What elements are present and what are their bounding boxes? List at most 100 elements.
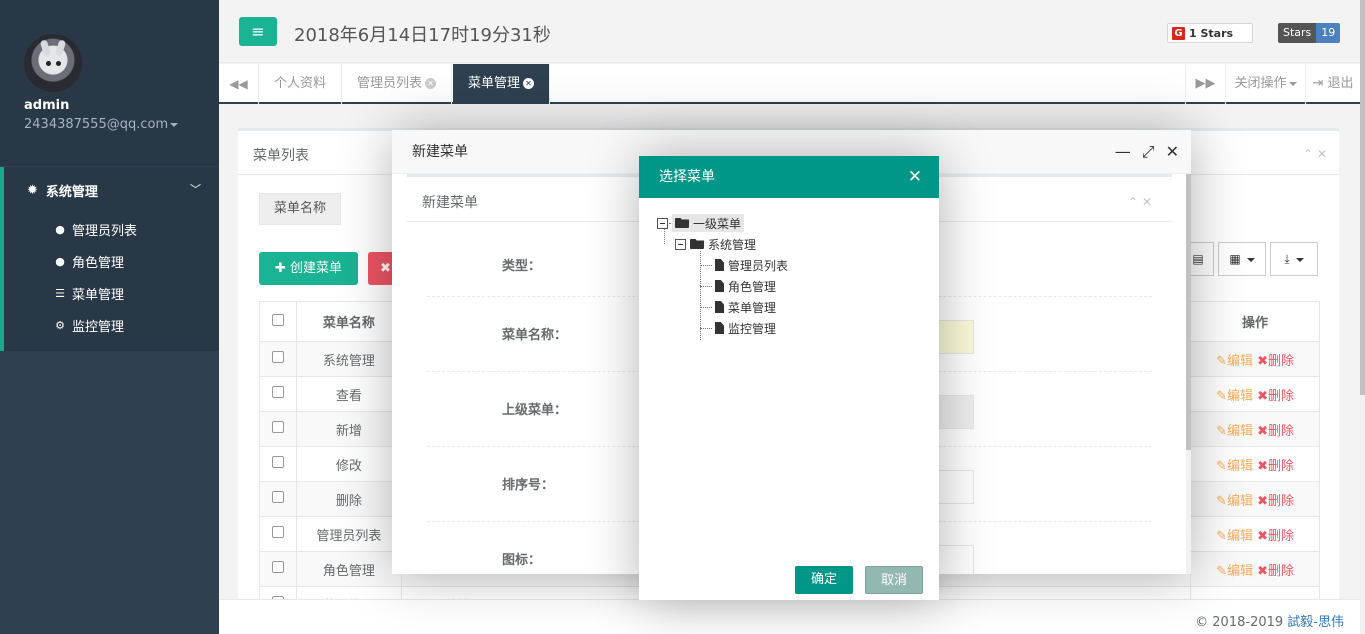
panel-tools[interactable]: ⌃ ✕ [1303,147,1327,161]
delete-link[interactable]: ✖删除 [1257,494,1294,509]
sidebar-item-role[interactable]: ● 角色管理 [54,252,124,271]
tabs-scroll-left-button[interactable]: ◀◀ [219,64,259,104]
delete-link[interactable]: ✖删除 [1257,424,1294,439]
search-label-menu-name: 菜单名称 [259,193,341,225]
page-scrollbar-thumb[interactable] [1360,0,1365,395]
row-checkbox[interactable] [271,561,284,573]
footer: © 2018-2019 試毅-思伟 [219,599,1360,634]
folder-open-icon [675,218,689,228]
list-alt-icon: ▤ [1192,252,1204,266]
row-checkbox[interactable] [271,526,284,538]
avatar[interactable] [24,34,82,92]
user-name: admin [24,98,70,113]
user-email-dropdown[interactable]: 2434387555@qq.com [24,117,179,132]
tab-close-icon[interactable]: ✕ [523,78,535,89]
select-all-header[interactable] [259,301,297,342]
columns-dropdown[interactable]: ▦ [1218,242,1266,276]
menu-toggle-button[interactable]: ≡ [239,17,277,46]
collapse-icon[interactable]: ⌃ [1128,195,1138,209]
tree-node-leaf[interactable]: 管理员列表 [715,256,788,274]
tree-node-leaf[interactable]: 菜单管理 [715,298,776,316]
delete-link[interactable]: ✖删除 [1257,354,1294,369]
select-menu-dialog: 选择菜单 ✕ 一级菜单 系统管理 管理员列表 角色管理 菜单管理 监控管理 确定… [639,156,939,600]
close-icon[interactable]: ✕ [1166,142,1179,162]
form-panel-tools[interactable]: ⌃ ✕ [1128,195,1152,209]
gitee-logo-icon: G [1172,26,1185,40]
sidebar-item-admin-list[interactable]: ● 管理员列表 [54,220,137,239]
edit-link[interactable]: ✎编辑 [1216,389,1253,404]
tab-menu[interactable]: 菜单管理 ✕ [453,64,550,104]
tree-node-system[interactable]: 系统管理 [675,235,756,253]
logout-button[interactable]: ⇥ 退出 [1305,64,1360,104]
create-menu-button[interactable]: ✚ 创建菜单 [259,252,358,285]
file-icon [715,322,724,334]
delete-link[interactable]: ✖删除 [1257,389,1294,404]
tabs-scroll-right-button[interactable]: ▶▶ [1185,64,1225,104]
th-icon: ▦ [1229,252,1241,266]
gitee-stars-badge[interactable]: G1 Stars [1167,23,1253,43]
edit-link[interactable]: ✎编辑 [1216,354,1253,369]
user-icon: ● [55,223,65,236]
collapse-icon[interactable] [675,238,686,250]
delete-link[interactable]: ✖删除 [1257,459,1294,474]
confirm-button[interactable]: 确定 [795,566,853,594]
tab-admin-list[interactable]: 管理员列表 ✕ [342,64,453,104]
edit-link[interactable]: ✎编辑 [1216,494,1253,509]
github-stars-badge[interactable]: Stars 19 [1278,23,1341,43]
tree-node-leaf[interactable]: 角色管理 [715,277,776,295]
maximize-icon[interactable]: ⤢ [1142,142,1155,162]
sidebar-item-monitor[interactable]: ⚙ 监控管理 [54,316,124,335]
user-profile: admin 2434387555@qq.com [0,0,219,166]
row-checkbox[interactable] [271,491,284,503]
col-header-actions: 操作 [1190,301,1320,342]
author-link[interactable]: 試毅-思伟 [1287,615,1344,630]
sign-out-icon: ⇥ [1312,76,1324,91]
select-all-checkbox[interactable] [271,313,284,326]
row-checkbox[interactable] [271,351,284,363]
dialog-controls: — ⤢ ✕ [1115,142,1179,162]
minimize-icon[interactable]: — [1115,142,1131,162]
select-dialog-title: 选择菜单 [639,156,939,198]
close-icon[interactable]: ✕ [1317,147,1327,161]
file-icon [715,259,724,271]
current-datetime: 2018年6月14日17时19分31秒 [294,25,551,46]
row-checkbox[interactable] [271,386,284,398]
forward-icon: ▶▶ [1195,76,1216,91]
row-checkbox[interactable] [271,421,284,433]
copyright: © 2018-2019 試毅-思伟 [1195,615,1344,630]
export-dropdown[interactable]: ⤓ [1270,242,1318,276]
edit-link[interactable]: ✎编辑 [1216,529,1253,544]
edit-link[interactable]: ✎编辑 [1216,424,1253,439]
backward-icon: ◀◀ [229,77,248,91]
row-checkbox[interactable] [271,456,284,468]
tab-profile[interactable]: 个人资料 [259,64,343,104]
delete-link[interactable]: ✖删除 [1257,529,1294,544]
user-secret-icon: ● [55,255,65,268]
file-icon [715,301,724,313]
list-icon: ☰ [55,287,65,300]
top-header: ≡ 2018年6月14日17时19分31秒 G1 Stars Stars 19 [219,0,1360,63]
delete-link[interactable]: ✖删除 [1257,564,1294,579]
gear-icon: ✹ [27,183,38,198]
collapse-icon[interactable] [657,217,668,229]
cancel-button[interactable]: 取消 [865,566,923,594]
hamburger-icon: ≡ [251,22,265,41]
edit-link[interactable]: ✎编辑 [1216,564,1253,579]
plus-icon: ✚ [274,261,286,276]
sidebar-item-menu[interactable]: ☰ 菜单管理 [54,284,124,303]
col-header-name[interactable]: 菜单名称 [295,301,402,342]
close-operations-dropdown[interactable]: 关闭操作 [1225,64,1305,104]
chevron-down-icon[interactable]: ﹀ [190,181,201,197]
tree-node-root[interactable]: 一级菜单 [657,214,745,232]
edit-link[interactable]: ✎编辑 [1216,459,1253,474]
folder-open-icon [690,239,704,249]
nav-title-system[interactable]: ✹ 系统管理 [27,181,98,200]
tab-close-icon[interactable]: ✕ [425,78,437,89]
close-icon[interactable]: ✕ [908,167,922,187]
close-icon[interactable]: ✕ [1142,195,1152,209]
caret-down-icon [170,122,179,127]
dialog-scrollbar-thumb[interactable] [1186,174,1191,450]
times-icon: ✖ [380,261,391,276]
tree-node-leaf[interactable]: 监控管理 [715,319,776,337]
collapse-icon[interactable]: ⌃ [1303,147,1313,161]
